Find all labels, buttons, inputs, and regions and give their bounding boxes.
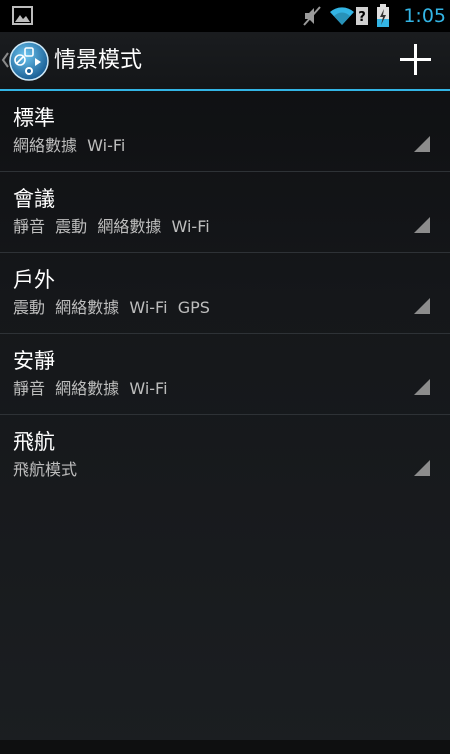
profile-summary: 網絡數據 Wi-Fi	[13, 136, 126, 155]
profile-summary: 震動 網絡數據 Wi-Fi GPS	[13, 298, 210, 317]
profile-summary: 飛航模式	[13, 460, 78, 479]
dropdown-corner-icon[interactable]	[414, 298, 430, 314]
profile-list: 標準 網絡數據 Wi-Fi 會議 靜音 震動 網絡數據 Wi-Fi 戶外 震動 …	[0, 91, 450, 496]
add-profile-button[interactable]	[394, 38, 438, 82]
profile-summary: 靜音 震動 網絡數據 Wi-Fi	[13, 217, 210, 236]
profile-name: 會議	[13, 187, 55, 211]
dropdown-corner-icon[interactable]	[414, 460, 430, 476]
profile-item-flight[interactable]: 飛航 飛航模式	[0, 415, 450, 496]
battery-charging-icon	[377, 4, 389, 27]
profile-item-outdoor[interactable]: 戶外 震動 網絡數據 Wi-Fi GPS	[0, 253, 450, 334]
navigation-bar-edge	[0, 740, 450, 754]
action-bar: 情景模式	[0, 32, 450, 89]
status-bar-time: 1:05	[403, 5, 446, 27]
profile-name: 飛航	[13, 430, 55, 454]
dropdown-corner-icon[interactable]	[414, 136, 430, 152]
svg-text:?: ?	[358, 10, 366, 25]
profile-summary: 靜音 網絡數據 Wi-Fi	[13, 379, 168, 398]
profile-name: 標準	[13, 106, 55, 130]
profile-item-silent[interactable]: 安靜 靜音 網絡數據 Wi-Fi	[0, 334, 450, 415]
status-bar: ? 1:05	[0, 0, 450, 32]
profile-item-meeting[interactable]: 會議 靜音 震動 網絡數據 Wi-Fi	[0, 172, 450, 253]
dropdown-corner-icon[interactable]	[414, 217, 430, 233]
wifi-icon	[330, 7, 354, 25]
picture-notification-icon	[12, 6, 33, 25]
page-title: 情景模式	[54, 48, 143, 73]
profile-name: 安靜	[13, 349, 55, 373]
muted-speaker-icon	[303, 6, 321, 26]
signal-unknown-icon: ?	[356, 7, 368, 25]
profile-item-standard[interactable]: 標準 網絡數據 Wi-Fi	[0, 91, 450, 172]
profiles-app-icon[interactable]	[8, 40, 50, 82]
dropdown-corner-icon[interactable]	[414, 379, 430, 395]
profiles-screen: ? 1:05 情景模式 標準 網絡數據 Wi-Fi 會議 靜音 震動 網絡數據 …	[0, 0, 450, 754]
profile-name: 戶外	[13, 268, 55, 292]
